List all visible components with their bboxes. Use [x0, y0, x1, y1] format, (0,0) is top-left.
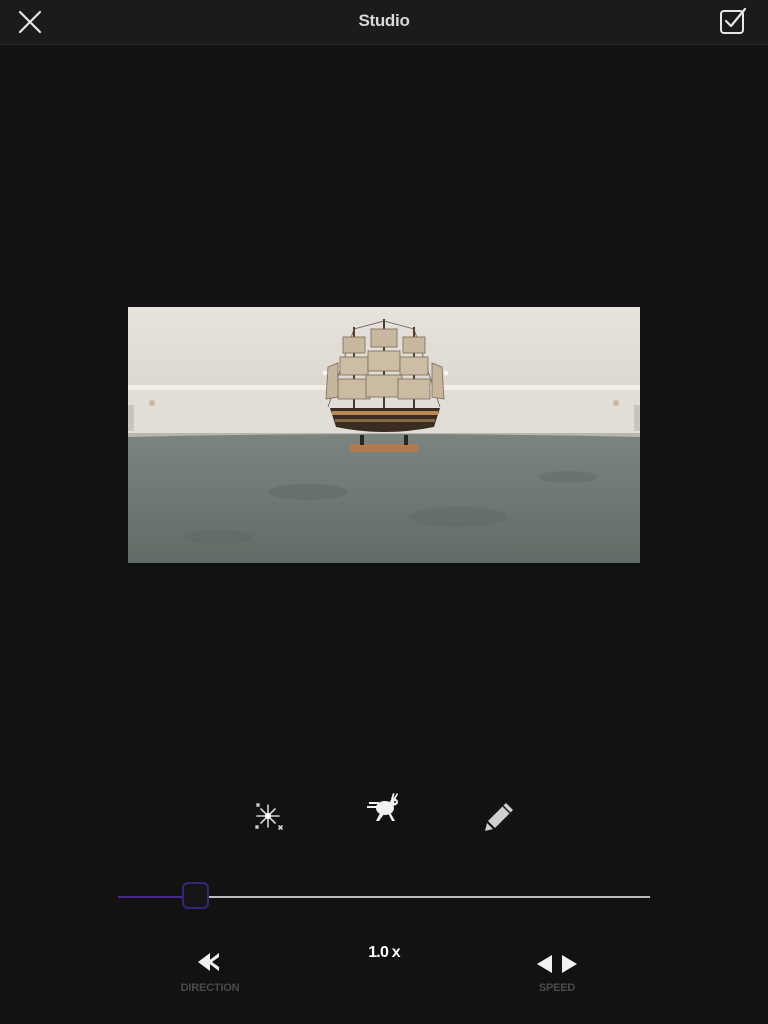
edit-button[interactable]: [482, 799, 518, 835]
slider-thumb[interactable]: [181, 882, 209, 909]
direction-button[interactable]: DIRECTION: [170, 950, 250, 1000]
running-rabbit-icon: [367, 793, 398, 821]
ship-photo: [128, 307, 640, 563]
effects-button[interactable]: [250, 798, 286, 834]
page-title: Studio: [358, 11, 410, 30]
speed-label: SPEED: [538, 982, 576, 994]
left-right-arrows-icon: [537, 955, 577, 973]
speed-adjust-button[interactable]: SPEED: [517, 950, 597, 1000]
video-preview: [128, 307, 640, 563]
navigation-bar: Studio: [0, 0, 768, 45]
speed-mode-button[interactable]: [366, 791, 402, 827]
checkbox-edit-icon: [720, 7, 747, 34]
rewind-icon: [198, 953, 219, 971]
speed-value: 1.0 x: [368, 944, 400, 961]
pencil-icon: [485, 803, 513, 831]
speed-slider[interactable]: [118, 880, 650, 914]
sparkle-icon: [255, 803, 283, 830]
done-button[interactable]: [718, 6, 748, 36]
direction-label: DIRECTION: [180, 982, 240, 994]
